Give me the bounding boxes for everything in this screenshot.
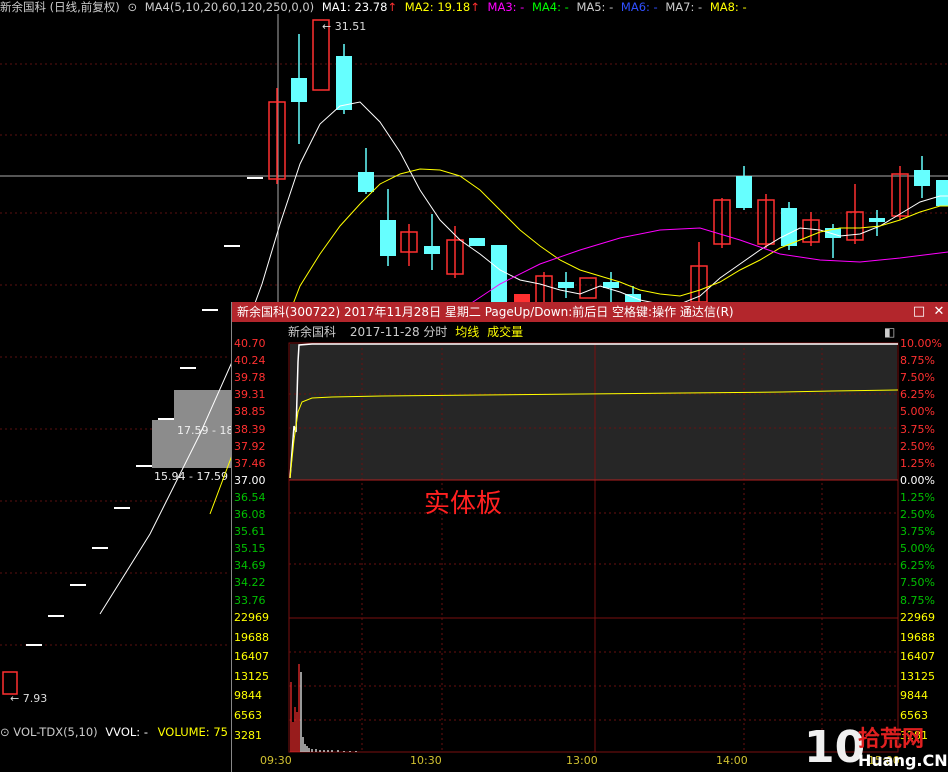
ma-settings-icon[interactable]: ⊙: [127, 0, 137, 14]
volume-settings-icon[interactable]: ⊙: [0, 725, 10, 739]
watermark-text-top: 拾荒网: [858, 726, 924, 752]
price-tick-label: 34.22: [234, 576, 266, 590]
ma7-value: MA7: -: [665, 0, 703, 14]
price-tick-label: 40.24: [234, 354, 266, 368]
price-tick-label: 38.85: [234, 405, 266, 419]
price-pane-upper-fill: [290, 344, 897, 480]
price-tick-label: 36.08: [234, 508, 266, 521]
price-tick-label: 34.69: [234, 559, 266, 573]
ma-settings: MA4(5,10,20,60,120,250,0,0): [144, 0, 315, 14]
intraday-popup[interactable]: 新余国科(300722) 2017年11月28日 星期二 PageUp/Down…: [231, 302, 948, 772]
volume-value: VOLUME: 75: [157, 725, 228, 739]
volume-tick-label-right: 13125: [900, 669, 935, 683]
ma2-up-arrow-icon: ↑: [470, 0, 480, 14]
percent-tick-label: 0.00%: [900, 473, 935, 487]
percent-tick-label: 1.25%: [900, 456, 935, 470]
ma1-value: MA1: 23.78: [321, 0, 388, 14]
price-tick-label: 36.54: [234, 490, 266, 504]
percent-tick-label: 7.50%: [900, 371, 935, 385]
price-tick-label: 38.39: [234, 422, 266, 436]
percent-tick-label: 2.50%: [900, 439, 935, 453]
intraday-chart[interactable]: 实体板: [232, 302, 948, 772]
time-tick-label: 14:00: [716, 754, 748, 767]
ma3-line: [469, 227, 948, 305]
volume-indicator-name: VOL-TDX(5,10): [13, 725, 98, 739]
candle-first: [2, 671, 18, 695]
volume-bars: [290, 664, 357, 752]
percent-tick-label: 2.50%: [900, 508, 935, 521]
price-tick-label: 39.78: [234, 371, 266, 385]
percent-tick-label: 6.25%: [900, 388, 935, 402]
volume-tick-label-left: 22969: [234, 611, 269, 624]
price-tick-label: 37.92: [234, 439, 266, 453]
volume-tick-label-left: 16407: [234, 650, 269, 664]
percent-tick-label: 10.00%: [900, 337, 942, 350]
percent-tick-label: 3.75%: [900, 525, 935, 539]
time-tick-label: 09:30: [260, 754, 292, 767]
low-price-label: ← 7.93: [10, 692, 47, 705]
kline-title: 新余国科 (日线,前复权): [0, 0, 120, 14]
volume-tick-label-right: 22969: [900, 611, 935, 624]
price-tick-label: 39.31: [234, 388, 266, 402]
volume-tick-label-left: 9844: [234, 689, 262, 703]
percent-tick-label: 8.75%: [900, 593, 935, 607]
percent-tick-label: 8.75%: [900, 354, 935, 368]
volume-tick-label-left: 19688: [234, 630, 269, 644]
kline-header: 新余国科 (日线,前复权) ⊙ MA4(5,10,20,60,120,250,0…: [0, 0, 948, 14]
ma5-value: MA5: -: [576, 0, 614, 14]
percent-tick-label: 3.75%: [900, 422, 935, 436]
price-tick-label: 37.46: [234, 456, 266, 470]
volume-tick-label-right: 16407: [900, 650, 935, 664]
percent-tick-label: 1.25%: [900, 490, 935, 504]
price-box-lower-label: 15.94 - 17.59: [154, 470, 228, 483]
time-tick-label: 13:00: [566, 754, 598, 767]
price-tick-label: 35.61: [234, 525, 266, 539]
vvol-value: VVOL: -: [105, 725, 148, 739]
ma8-value: MA8: -: [709, 0, 747, 14]
volume-tick-label-right: 9844: [900, 689, 928, 703]
volume-tick-label-left: 13125: [234, 669, 269, 683]
site-watermark: 10 拾荒网 Huang.CN: [804, 722, 948, 772]
ma4-value: MA4: -: [532, 0, 569, 14]
percent-tick-label: 5.00%: [900, 542, 935, 556]
volume-tick-label-right: 19688: [900, 630, 935, 644]
percent-tick-label: 6.25%: [900, 559, 935, 573]
price-tick-label: 40.70: [234, 337, 266, 350]
ma6-value: MA6: -: [620, 0, 658, 14]
ma1-up-arrow-icon: ↑: [387, 0, 398, 14]
high-price-label: ← 31.51: [322, 20, 366, 33]
price-tick-label: 33.76: [234, 593, 266, 607]
volume-grid: [289, 651, 898, 721]
price-box-upper-label: 17.59 - 18: [177, 424, 233, 437]
price-tick-label: 35.15: [234, 542, 266, 556]
percent-tick-label: 7.50%: [900, 576, 935, 590]
watermark-number: 10: [804, 722, 865, 772]
watermark-text-bottom: Huang.CN: [858, 751, 948, 770]
percent-tick-label: 5.00%: [900, 405, 935, 419]
volume-tick-label-left: 3281: [234, 728, 262, 742]
time-tick-label: 10:30: [410, 754, 442, 767]
volume-tick-label-left: 6563: [234, 709, 262, 722]
kline-candles: [268, 19, 948, 305]
price-box-upper: [174, 390, 232, 420]
limit-up-annotation: 实体板: [424, 489, 502, 519]
price-tick-label: 37.00: [234, 473, 266, 487]
ma3-value: MA3: -: [487, 0, 525, 14]
volume-header: ⊙ VOL-TDX(5,10) VVOL: - VOLUME: 75: [0, 724, 232, 740]
ma2-value: MA2: 19.18: [404, 0, 471, 14]
